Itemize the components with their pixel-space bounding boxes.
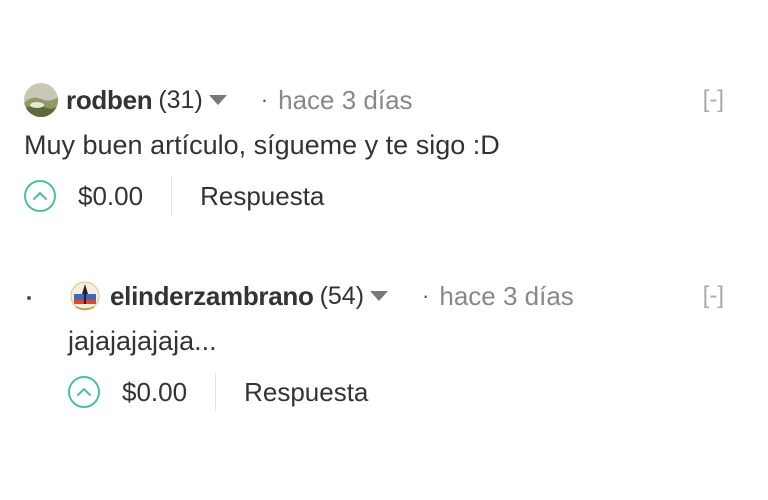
chevron-down-icon[interactable] [370, 291, 389, 301]
author-reputation: (31) [158, 85, 203, 114]
comment: rodben (31) · hace 3 días [-] Muy buen a… [0, 78, 768, 216]
chevron-down-icon[interactable] [208, 95, 227, 105]
avatar[interactable] [24, 83, 58, 117]
author-name[interactable]: elinderzambrano [110, 281, 314, 312]
comment-body: jajajajajaja... [68, 326, 217, 356]
comment-header: rodben (31) · hace 3 días [-] [0, 78, 768, 122]
divider [171, 177, 173, 215]
collapse-button[interactable]: [-] [703, 282, 724, 310]
comment-body: Muy buen artículo, sígueme y te sigo :D [24, 130, 500, 160]
reply-link[interactable]: Respuesta [244, 377, 368, 408]
comment-header: elinderzambrano (54) · hace 3 días [-] [0, 274, 768, 318]
landscape-avatar-icon [24, 83, 58, 117]
separator-dot: · [422, 283, 430, 308]
payout-value[interactable]: $0.00 [122, 377, 187, 408]
author-name[interactable]: rodben [66, 85, 153, 116]
avatar[interactable] [68, 279, 102, 313]
author-reputation: (54) [319, 281, 365, 310]
comment-footer: $0.00 Respuesta [0, 176, 768, 216]
chevron-up-icon [33, 192, 47, 200]
separator-dot: · [260, 87, 269, 112]
reply-link[interactable]: Respuesta [200, 181, 324, 212]
upvote-button[interactable] [68, 376, 100, 408]
comment-reply: elinderzambrano (54) · hace 3 días [-] j… [0, 274, 768, 412]
emblem-avatar-icon [68, 279, 102, 313]
upvote-button[interactable] [24, 180, 56, 212]
collapse-button[interactable]: [-] [703, 86, 724, 114]
divider [215, 373, 217, 411]
comment-timestamp[interactable]: hace 3 días [278, 85, 412, 116]
payout-value[interactable]: $0.00 [78, 181, 143, 212]
chevron-up-icon [77, 388, 91, 396]
comment-timestamp[interactable]: hace 3 días [439, 281, 573, 312]
comment-footer: $0.00 Respuesta [0, 372, 768, 412]
